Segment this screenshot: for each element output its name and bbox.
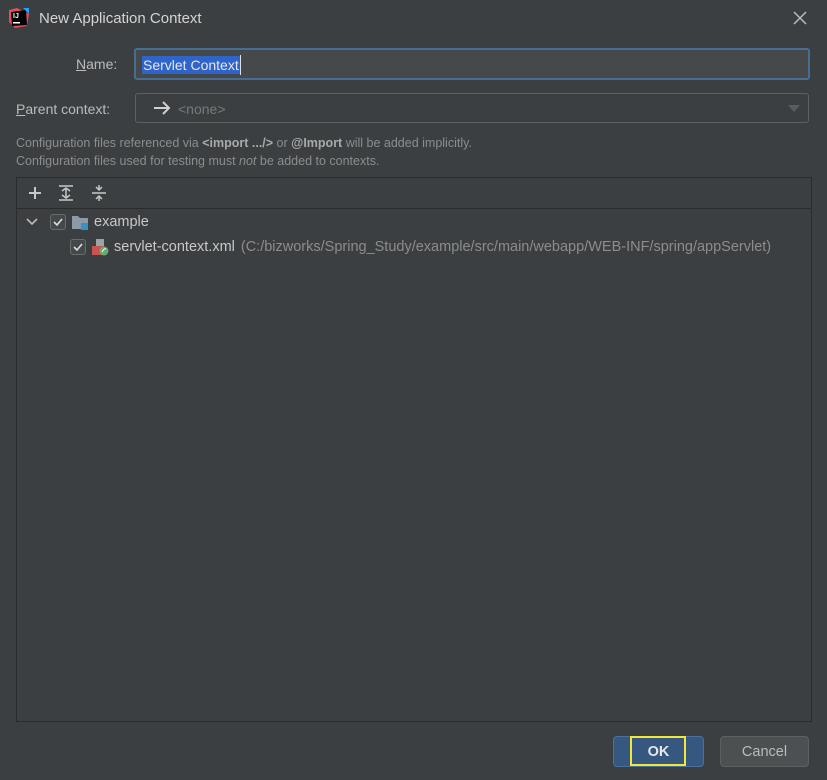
cancel-button[interactable]: Cancel (720, 736, 809, 767)
servlet-context-checkbox[interactable] (70, 239, 86, 255)
parent-context-select[interactable]: <none> (135, 93, 809, 123)
tree-node-label: example (94, 214, 149, 230)
tree-node-example[interactable]: example (25, 211, 149, 233)
title-bar: IJ New Application Context (0, 0, 827, 38)
folder-icon (72, 216, 88, 230)
close-button[interactable] (789, 7, 811, 29)
info-text-line-1: Configuration files referenced via <impo… (16, 136, 472, 150)
add-button[interactable] (25, 183, 45, 203)
intellij-idea-icon: IJ (9, 8, 29, 28)
text-caret (240, 55, 241, 75)
ok-button[interactable]: OK (613, 736, 704, 767)
tree-node-path: (C:/bizworks/Spring_Study/example/src/ma… (240, 239, 772, 255)
parent-context-value: <none> (178, 101, 226, 117)
expand-all-button[interactable] (56, 183, 76, 203)
collapse-all-icon (92, 185, 106, 201)
window-title: New Application Context (39, 10, 202, 27)
close-icon (793, 11, 807, 25)
svg-text:IJ: IJ (13, 13, 19, 20)
checkmark-icon (53, 218, 63, 227)
arrow-right-icon (154, 101, 171, 115)
tree-node-label: servlet-context.xml (114, 239, 235, 255)
spring-xml-icon (92, 239, 109, 256)
name-input-value: Servlet Context (142, 56, 240, 74)
config-files-panel: example servlet-context.xml (C:/bizworks… (16, 177, 812, 722)
tree-toolbar (17, 178, 811, 209)
tree-node-servlet-context[interactable]: servlet-context.xml (C:/bizworks/Spring_… (70, 236, 771, 258)
collapse-all-button[interactable] (89, 183, 109, 203)
name-input[interactable]: Servlet Context (134, 48, 810, 80)
parent-context-label: Parent context: (16, 101, 111, 117)
info-text-line-2: Configuration files used for testing mus… (16, 154, 380, 168)
example-checkbox[interactable] (50, 214, 66, 230)
checkmark-icon (73, 243, 83, 252)
name-label: Name: (76, 56, 118, 72)
plus-icon (29, 187, 41, 199)
chevron-down-icon[interactable] (25, 215, 39, 229)
chevron-down-icon (788, 105, 800, 112)
expand-all-icon (59, 185, 73, 201)
